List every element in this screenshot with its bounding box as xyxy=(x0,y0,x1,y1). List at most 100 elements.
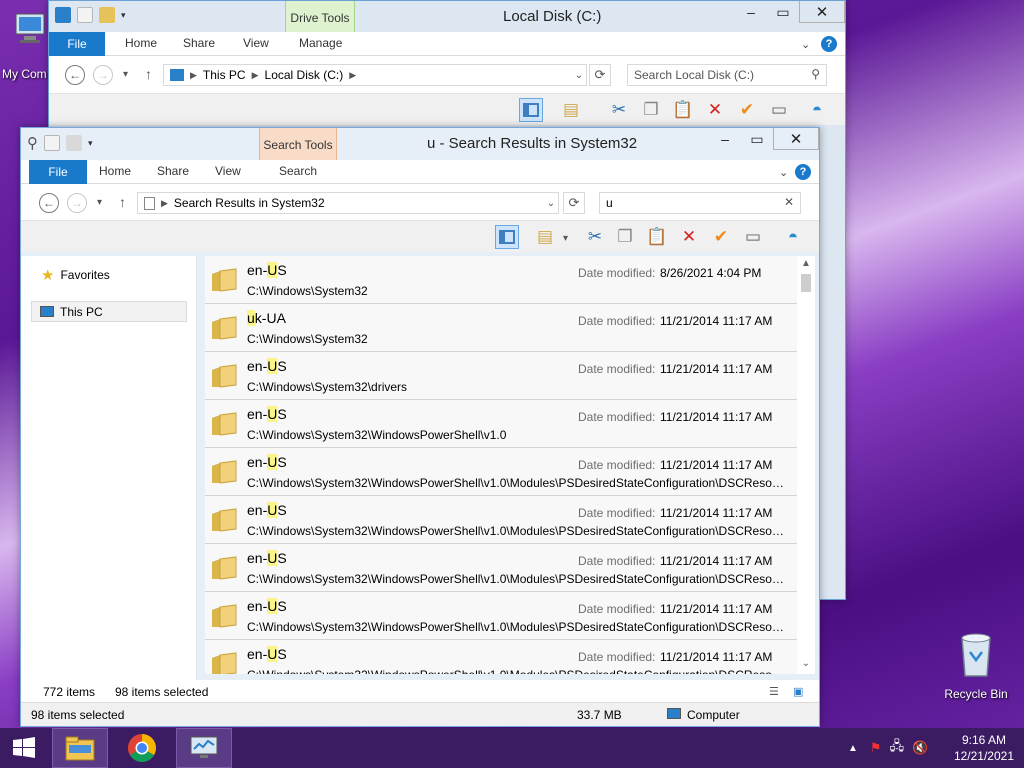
up-button[interactable]: ↑ xyxy=(119,194,126,210)
tab-manage[interactable]: Manage xyxy=(299,36,342,50)
cut-icon[interactable]: ✂ xyxy=(583,225,607,249)
maximize-button[interactable]: ▭ xyxy=(767,1,799,23)
large-icons-view-icon[interactable]: ▣ xyxy=(793,685,803,698)
cut-icon[interactable]: ✂ xyxy=(607,98,631,122)
result-row[interactable]: en-US C:\Windows\System32 Date modified: 8/… xyxy=(205,256,797,304)
show-hidden-icons-icon[interactable]: ▲ xyxy=(848,743,858,754)
minimize-button[interactable]: – xyxy=(709,128,741,150)
network-icon[interactable]: 🖧 xyxy=(890,737,905,759)
start-button[interactable] xyxy=(0,728,48,768)
shell-icon[interactable]: ◓ xyxy=(805,98,829,122)
rename-icon[interactable]: ▭ xyxy=(767,98,791,122)
tab-view[interactable]: View xyxy=(243,36,269,50)
breadcrumb-search-results[interactable]: Search Results in System32 xyxy=(174,196,325,210)
result-name[interactable]: en-US xyxy=(247,262,287,278)
taskbar-resource-monitor[interactable] xyxy=(176,728,232,768)
delete-icon[interactable]: ✕ xyxy=(703,98,727,122)
action-center-flag-icon[interactable]: ⚑ xyxy=(870,740,882,756)
result-name[interactable]: en-US xyxy=(247,358,287,374)
result-row[interactable]: en-US C:\Windows\System32\WindowsPowerShe… xyxy=(205,448,797,496)
new-folder-icon[interactable] xyxy=(66,135,82,151)
paste-icon[interactable]: 📋 xyxy=(645,225,669,249)
address-history-icon[interactable]: ⌄ xyxy=(541,192,561,214)
result-name[interactable]: en-US xyxy=(247,646,287,662)
tab-file[interactable]: File xyxy=(29,160,87,184)
result-row[interactable]: uk-UA C:\Windows\System32 Date modified: 11… xyxy=(205,304,797,352)
check-icon[interactable]: ✔ xyxy=(735,98,759,122)
check-icon[interactable]: ✔ xyxy=(709,225,733,249)
address-history-icon[interactable]: ⌄ xyxy=(569,64,589,86)
preview-pane-icon[interactable] xyxy=(495,225,519,249)
tab-share[interactable]: Share xyxy=(183,36,215,50)
result-name[interactable]: en-US xyxy=(247,550,287,566)
clock[interactable]: 9:16 AM 12/21/2021 xyxy=(954,732,1014,764)
result-row[interactable]: en-US C:\Windows\System32\WindowsPowerShe… xyxy=(205,640,797,674)
forward-button[interactable]: → xyxy=(93,65,113,85)
close-button[interactable]: ✕ xyxy=(799,1,845,23)
address-bar[interactable]: ▶ This PC ▶ Local Disk (C:) ▶ xyxy=(163,64,587,86)
scroll-up-icon[interactable]: ▲ xyxy=(797,258,815,272)
search-input[interactable]: u xyxy=(606,196,613,210)
tab-view[interactable]: View xyxy=(215,164,241,178)
taskbar-chrome[interactable] xyxy=(114,728,170,768)
back-button[interactable]: ← xyxy=(39,193,59,213)
paste-icon[interactable]: 📋 xyxy=(671,98,695,122)
copy-icon[interactable]: ❐ xyxy=(639,98,663,122)
result-name[interactable]: uk-UA xyxy=(247,310,286,326)
preview-pane-icon[interactable] xyxy=(519,98,543,122)
tab-home[interactable]: Home xyxy=(99,164,131,178)
delete-icon[interactable]: ✕ xyxy=(677,225,701,249)
nav-item-favorites[interactable]: ★ Favorites xyxy=(41,266,110,284)
select-all-icon[interactable]: ▤ xyxy=(533,225,557,249)
taskbar-file-explorer[interactable] xyxy=(52,728,108,768)
help-icon[interactable]: ? xyxy=(795,164,811,180)
properties-icon[interactable] xyxy=(77,7,93,23)
result-row[interactable]: en-US C:\Windows\System32\WindowsPowerShe… xyxy=(205,400,797,448)
result-name[interactable]: en-US xyxy=(247,406,287,422)
nav-item-this-pc[interactable]: This PC xyxy=(31,301,187,322)
tab-home[interactable]: Home xyxy=(125,36,157,50)
recent-locations-icon[interactable]: ▾ xyxy=(123,69,128,80)
maximize-button[interactable]: ▭ xyxy=(741,128,773,150)
customize-qat-icon[interactable]: ▾ xyxy=(88,138,93,149)
rename-icon[interactable]: ▭ xyxy=(741,225,765,249)
tab-search[interactable]: Search xyxy=(279,164,317,178)
scroll-down-icon[interactable]: ⌄ xyxy=(797,658,815,672)
address-bar[interactable]: ▶ Search Results in System32 xyxy=(137,192,559,214)
result-name[interactable]: en-US xyxy=(247,454,287,470)
title-bar[interactable]: ▾ Drive Tools Local Disk (C:) – ▭ ✕ xyxy=(49,1,845,59)
result-name[interactable]: en-US xyxy=(247,598,287,614)
breadcrumb-this-pc[interactable]: This PC xyxy=(203,68,246,82)
search-box[interactable]: Search Local Disk (C:) ⚲ xyxy=(627,64,827,86)
details-view-icon[interactable]: ☰ xyxy=(769,685,779,698)
ribbon-expand-icon[interactable]: ⌄ xyxy=(779,166,788,179)
result-row[interactable]: en-US C:\Windows\System32\WindowsPowerShe… xyxy=(205,544,797,592)
desktop-icon-recycle-bin[interactable]: Recycle Bin xyxy=(936,630,1016,701)
tab-file[interactable]: File xyxy=(49,32,105,56)
result-row[interactable]: en-US C:\Windows\System32\WindowsPowerShe… xyxy=(205,496,797,544)
scroll-thumb[interactable] xyxy=(801,274,811,292)
result-row[interactable]: en-US C:\Windows\System32\WindowsPowerShe… xyxy=(205,592,797,640)
volume-muted-icon[interactable]: 🔇 xyxy=(912,740,928,756)
search-box[interactable]: u ✕ xyxy=(599,192,801,214)
refresh-button[interactable]: ⟳ xyxy=(563,192,585,214)
customize-qat-icon[interactable]: ▾ xyxy=(121,10,126,21)
desktop-icon-my-computer[interactable]: My Com xyxy=(0,8,50,81)
new-folder-icon[interactable] xyxy=(99,7,115,23)
tab-share[interactable]: Share xyxy=(157,164,189,178)
ribbon-expand-icon[interactable]: ⌄ xyxy=(801,38,810,51)
recent-locations-icon[interactable]: ▾ xyxy=(97,197,102,208)
copy-icon[interactable]: ❐ xyxy=(613,225,637,249)
search-icon[interactable]: ⚲ xyxy=(811,67,820,81)
back-button[interactable]: ← xyxy=(65,65,85,85)
result-row[interactable]: en-US C:\Windows\System32\drivers Date mod… xyxy=(205,352,797,400)
select-all-icon[interactable]: ▤ xyxy=(559,98,583,122)
close-button[interactable]: ✕ xyxy=(773,128,819,150)
clear-search-icon[interactable]: ✕ xyxy=(784,195,794,209)
title-bar[interactable]: ⚲ ▾ Search Tools u - Search Results in S… xyxy=(21,128,819,186)
forward-button[interactable]: → xyxy=(67,193,87,213)
up-button[interactable]: ↑ xyxy=(145,66,152,82)
properties-icon[interactable] xyxy=(44,135,60,151)
breadcrumb-local-disk[interactable]: Local Disk (C:) xyxy=(265,68,344,82)
shell-icon[interactable]: ◓ xyxy=(781,225,805,249)
